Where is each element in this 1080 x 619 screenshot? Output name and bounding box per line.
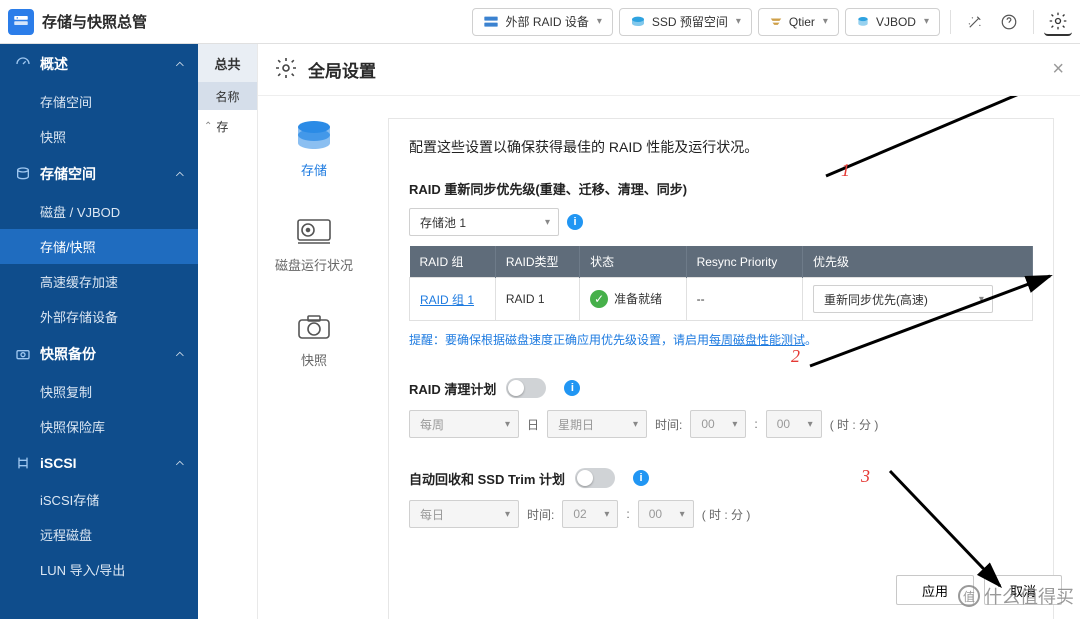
trim-title: 自动回收和 SSD Trim 计划 bbox=[409, 469, 565, 488]
gear-icon[interactable] bbox=[1044, 8, 1072, 36]
annotation-2: 2 bbox=[791, 346, 800, 367]
nav-group-iscsi[interactable]: iSCSI⌵ bbox=[0, 444, 198, 482]
tab-disk-health[interactable]: 磁盘运行状况 bbox=[275, 215, 353, 274]
tab-rail: 存储 磁盘运行状况 快照 bbox=[258, 96, 370, 619]
annotation-3: 3 bbox=[861, 466, 870, 487]
info-icon[interactable]: i bbox=[564, 380, 580, 396]
annotation-1: 1 bbox=[841, 160, 850, 181]
scrub-hour-select[interactable]: 00 bbox=[690, 410, 746, 438]
weekly-test-link[interactable]: 每周磁盘性能测试 bbox=[709, 333, 805, 347]
resync-title: RAID 重新同步优先级(重建、迁移、清理、同步) bbox=[409, 179, 687, 198]
nav-item-cache-accel[interactable]: 高速缓存加速 bbox=[0, 264, 198, 299]
wand-icon[interactable] bbox=[961, 8, 989, 36]
scrub-section: RAID 清理计划 i 每周 日 星期日 时间: 00 : 00 ( 时 : 分… bbox=[409, 378, 1033, 438]
disks-icon bbox=[14, 165, 32, 183]
th-resync: Resync Priority bbox=[686, 246, 802, 278]
vjbod-button[interactable]: VJBOD▾ bbox=[845, 8, 940, 36]
pool-select[interactable]: 存储池 1 bbox=[409, 208, 559, 236]
qtier-button[interactable]: Qtier▾ bbox=[758, 8, 839, 36]
app-icon bbox=[8, 9, 34, 35]
nav-item-storage-snapshot[interactable]: 存储/快照 bbox=[0, 229, 198, 264]
nav-item-external-storage[interactable]: 外部存储设备 bbox=[0, 299, 198, 334]
app-title-wrap: 存储与快照总管 bbox=[8, 9, 147, 35]
watermark-icon: 值 bbox=[958, 585, 980, 607]
th-group: RAID 组 bbox=[410, 246, 496, 278]
nav-item-lun-io[interactable]: LUN 导入/导出 bbox=[0, 552, 198, 587]
nav-item-snapshot-vault[interactable]: 快照保险库 bbox=[0, 409, 198, 444]
settings-dialog: 全局设置 × 存储 磁盘运行状况 快照 bbox=[258, 44, 1080, 619]
scrub-min-select[interactable]: 00 bbox=[766, 410, 822, 438]
nav-group-overview[interactable]: 概述⌵ bbox=[0, 44, 198, 84]
nav-group-snapshot-backup[interactable]: 快照备份⌵ bbox=[0, 334, 198, 374]
storage-stack-icon bbox=[292, 120, 336, 154]
nav-item-remote-disk[interactable]: 远程磁盘 bbox=[0, 517, 198, 552]
check-icon: ✓ bbox=[590, 290, 608, 308]
tab-snapshot[interactable]: 快照 bbox=[292, 310, 336, 369]
scrub-freq-select[interactable]: 每周 bbox=[409, 410, 519, 438]
info-icon[interactable]: i bbox=[633, 470, 649, 486]
raid-group-link[interactable]: RAID 组 1 bbox=[420, 293, 474, 307]
nav-item-snapshot-replica[interactable]: 快照复制 bbox=[0, 374, 198, 409]
resync-cell: -- bbox=[686, 278, 802, 321]
ssd-button[interactable]: SSD 预留空间▾ bbox=[619, 8, 752, 36]
panel-header: 全局设置 bbox=[258, 44, 1080, 96]
trim-toggle[interactable] bbox=[575, 468, 615, 488]
nav-group-storage[interactable]: 存储空间⌵ bbox=[0, 154, 198, 194]
midcol-total-label: 总共 bbox=[198, 44, 257, 82]
th-status: 状态 bbox=[580, 246, 686, 278]
dashboard-icon bbox=[14, 55, 32, 73]
gear-icon bbox=[274, 56, 298, 83]
raid-status-cell: ✓准备就绪 bbox=[580, 278, 686, 321]
arrow-3 bbox=[880, 466, 1020, 596]
midcol-row[interactable]: ⌃存 bbox=[198, 110, 257, 144]
camera-icon bbox=[292, 310, 336, 344]
trim-freq-select[interactable]: 每日 bbox=[409, 500, 519, 528]
trim-hour-select[interactable]: 02 bbox=[562, 500, 618, 528]
sidebar: 概述⌵ 存储空间 快照 存储空间⌵ 磁盘 / VJBOD 存储/快照 高速缓存加… bbox=[0, 44, 198, 619]
close-icon[interactable]: × bbox=[1052, 58, 1064, 81]
th-type: RAID类型 bbox=[495, 246, 579, 278]
scrub-toggle[interactable] bbox=[506, 378, 546, 398]
content-area: 配置这些设置以确保获得最佳的 RAID 性能及运行状况。 RAID 重新同步优先… bbox=[370, 96, 1080, 619]
midcol-name-label: 名称 bbox=[198, 82, 257, 110]
external-raid-button[interactable]: 外部 RAID 设备▾ bbox=[472, 8, 612, 36]
watermark: 值 什么值得买 bbox=[958, 583, 1074, 609]
middle-column: 总共 名称 ⌃存 bbox=[198, 44, 258, 619]
arrow-2 bbox=[800, 266, 1060, 376]
help-icon[interactable] bbox=[995, 8, 1023, 36]
scrub-day-select[interactable]: 星期日 bbox=[547, 410, 647, 438]
camera-icon bbox=[14, 345, 32, 363]
raid-type-cell: RAID 1 bbox=[495, 278, 579, 321]
scrub-title: RAID 清理计划 bbox=[409, 379, 496, 398]
nav-item-disks-vjbod[interactable]: 磁盘 / VJBOD bbox=[0, 194, 198, 229]
nav-item-snapshot-overview[interactable]: 快照 bbox=[0, 119, 198, 154]
hdd-icon bbox=[292, 215, 336, 249]
panel-title: 全局设置 bbox=[308, 57, 376, 82]
top-bar: 存储与快照总管 外部 RAID 设备▾ SSD 预留空间▾ Qtier▾ VJB… bbox=[0, 0, 1080, 44]
app-title: 存储与快照总管 bbox=[42, 11, 147, 32]
info-icon[interactable]: i bbox=[567, 214, 583, 230]
nav-item-iscsi-storage[interactable]: iSCSI存储 bbox=[0, 482, 198, 517]
tab-storage[interactable]: 存储 bbox=[292, 120, 336, 179]
iscsi-icon bbox=[14, 454, 32, 472]
trim-min-select[interactable]: 00 bbox=[638, 500, 694, 528]
nav-item-storage-overview[interactable]: 存储空间 bbox=[0, 84, 198, 119]
